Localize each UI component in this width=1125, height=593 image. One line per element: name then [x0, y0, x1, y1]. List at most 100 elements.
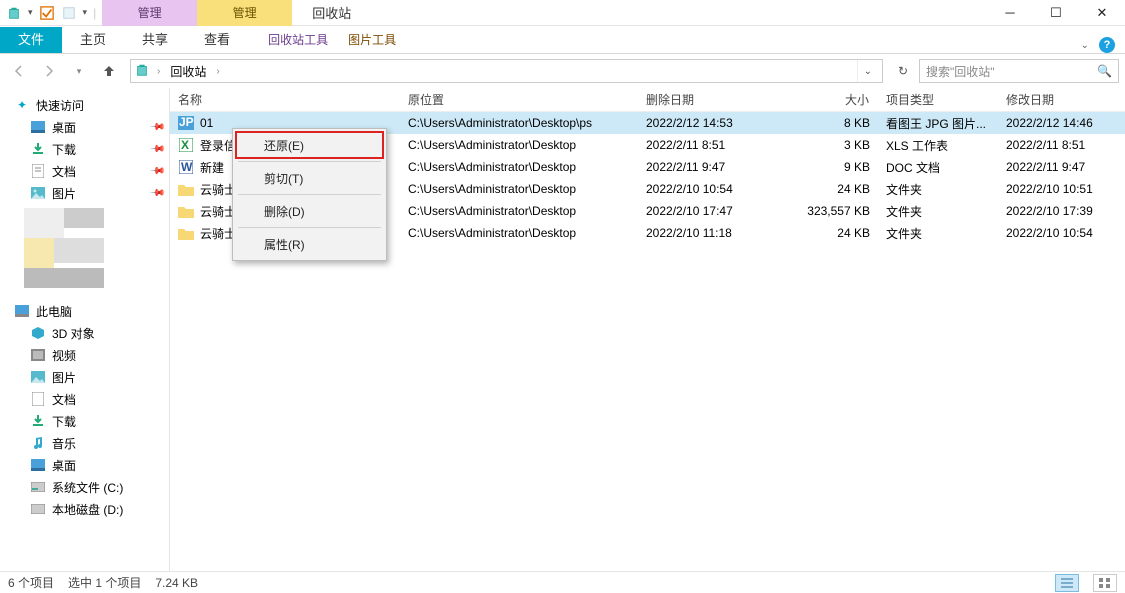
quick-access-toolbar: ▾ ▾ | [0, 5, 102, 21]
tab-home[interactable]: 主页 [62, 27, 124, 53]
view-details-button[interactable] [1055, 574, 1079, 592]
col-name[interactable]: 名称 [170, 91, 400, 108]
col-size[interactable]: 大小 [798, 91, 878, 108]
search-icon[interactable]: 🔍 [1097, 64, 1112, 78]
tab-recycle-tools[interactable]: 回收站工具 [258, 27, 338, 53]
sidebar-item-label: 3D 对象 [52, 325, 95, 342]
sidebar-item-label: 下载 [52, 141, 76, 158]
recycle-bin-icon [135, 63, 151, 79]
sidebar-item-label: 桌面 [52, 119, 76, 136]
file-type: XLS 工作表 [878, 137, 998, 154]
documents-icon [30, 391, 46, 407]
menu-restore[interactable]: 还原(E) [236, 132, 383, 158]
menu-properties[interactable]: 属性(R) [236, 231, 383, 257]
sidebar-pictures-pc[interactable]: 图片 [0, 366, 169, 388]
col-deleted-date[interactable]: 删除日期 [638, 91, 798, 108]
checkbox-icon[interactable] [39, 5, 55, 21]
refresh-button[interactable]: ↻ [891, 59, 915, 83]
file-orig: C:\Users\Administrator\Desktop\ps [400, 116, 638, 130]
view-icons-button[interactable] [1093, 574, 1117, 592]
sidebar-pictures[interactable]: 图片 📌 [0, 182, 169, 204]
file-orig: C:\Users\Administrator\Desktop [400, 160, 638, 174]
breadcrumb-separator[interactable]: › [157, 66, 160, 77]
file-name: 登录信 [200, 137, 236, 154]
star-icon: ✦ [14, 97, 30, 113]
col-type[interactable]: 项目类型 [878, 91, 998, 108]
help-button[interactable]: ? [1099, 37, 1115, 53]
folder-icon [178, 225, 194, 241]
sidebar-music[interactable]: 音乐 [0, 432, 169, 454]
folder-icon [178, 181, 194, 197]
recent-dropdown[interactable]: ▾ [66, 58, 92, 84]
file-modified: 2022/2/10 10:54 [998, 226, 1125, 240]
breadcrumb-separator[interactable]: › [216, 66, 219, 77]
sidebar-downloads-pc[interactable]: 下载 [0, 410, 169, 432]
sidebar-drive-d[interactable]: 本地磁盘 (D:) [0, 498, 169, 520]
menu-cut[interactable]: 剪切(T) [236, 165, 383, 191]
blank-icon[interactable] [61, 5, 77, 21]
sidebar-desktop-pc[interactable]: 桌面 [0, 454, 169, 476]
contextual-tab-headers: 管理 管理 [102, 0, 292, 26]
address-dropdown[interactable]: ⌄ [857, 60, 878, 82]
file-size: 323,557 KB [798, 204, 878, 218]
sidebar-this-pc[interactable]: 此电脑 [0, 300, 169, 322]
sidebar-quick-access[interactable]: ✦ 快速访问 [0, 94, 169, 116]
tab-share[interactable]: 共享 [124, 27, 186, 53]
sidebar-documents-pc[interactable]: 文档 [0, 388, 169, 410]
sidebar-3d-objects[interactable]: 3D 对象 [0, 322, 169, 344]
pin-icon: 📌 [148, 119, 165, 136]
pictures-icon [30, 185, 46, 201]
menu-delete[interactable]: 删除(D) [236, 198, 383, 224]
downloads-icon [30, 141, 46, 157]
context-menu: 还原(E) 剪切(T) 删除(D) 属性(R) [232, 128, 387, 261]
ribbon-collapse-icon[interactable]: ⌄ [1081, 40, 1089, 51]
file-deleted: 2022/2/10 17:47 [638, 204, 798, 218]
xls-icon: X [178, 137, 194, 153]
pin-icon: 📌 [148, 185, 165, 202]
sidebar-drive-c[interactable]: 系统文件 (C:) [0, 476, 169, 498]
search-input[interactable]: 搜索"回收站" [926, 63, 1097, 80]
sidebar-item-label: 视频 [52, 347, 76, 364]
window-title: 回收站 [292, 3, 371, 22]
music-icon [30, 435, 46, 451]
up-button[interactable] [96, 58, 122, 84]
file-modified: 2022/2/12 14:46 [998, 116, 1125, 130]
search-box[interactable]: 搜索"回收站" 🔍 [919, 59, 1119, 83]
file-name: 01 [200, 116, 213, 130]
sidebar-item-label: 音乐 [52, 435, 76, 452]
sidebar-videos[interactable]: 视频 [0, 344, 169, 366]
sidebar-item-label: 本地磁盘 (D:) [52, 501, 123, 518]
back-button[interactable] [6, 58, 32, 84]
menu-separator [238, 161, 381, 162]
qat-dropdown-2[interactable]: ▾ [83, 7, 88, 18]
file-orig: C:\Users\Administrator\Desktop [400, 204, 638, 218]
maximize-button[interactable]: ☐ [1033, 0, 1079, 26]
sidebar-documents[interactable]: 文档 📌 [0, 160, 169, 182]
close-button[interactable]: ✕ [1079, 0, 1125, 26]
downloads-icon [30, 413, 46, 429]
file-type: 文件夹 [878, 203, 998, 220]
svg-text:JPG: JPG [179, 116, 194, 129]
file-deleted: 2022/2/10 10:54 [638, 182, 798, 196]
qat-dropdown-1[interactable]: ▾ [28, 7, 33, 18]
documents-icon [30, 163, 46, 179]
breadcrumb-recycle[interactable]: 回收站 [166, 63, 210, 80]
tab-file[interactable]: 文件 [0, 27, 62, 53]
address-bar[interactable]: › 回收站 › ⌄ [130, 59, 883, 83]
tab-picture-tools[interactable]: 图片工具 [338, 27, 406, 53]
title-bar: ▾ ▾ | 管理 管理 回收站 ─ ☐ ✕ [0, 0, 1125, 26]
forward-button[interactable] [36, 58, 62, 84]
tab-view[interactable]: 查看 [186, 27, 248, 53]
file-deleted: 2022/2/12 14:53 [638, 116, 798, 130]
videos-icon [30, 347, 46, 363]
sidebar-item-label: 下载 [52, 413, 76, 430]
col-modified-date[interactable]: 修改日期 [998, 91, 1125, 108]
col-original-location[interactable]: 原位置 [400, 91, 638, 108]
file-modified: 2022/2/11 8:51 [998, 138, 1125, 152]
file-type: 文件夹 [878, 225, 998, 242]
sidebar-desktop[interactable]: 桌面 📌 [0, 116, 169, 138]
sidebar-downloads[interactable]: 下载 📌 [0, 138, 169, 160]
minimize-button[interactable]: ─ [987, 0, 1033, 26]
file-size: 3 KB [798, 138, 878, 152]
sidebar-item-label: 文档 [52, 163, 76, 180]
